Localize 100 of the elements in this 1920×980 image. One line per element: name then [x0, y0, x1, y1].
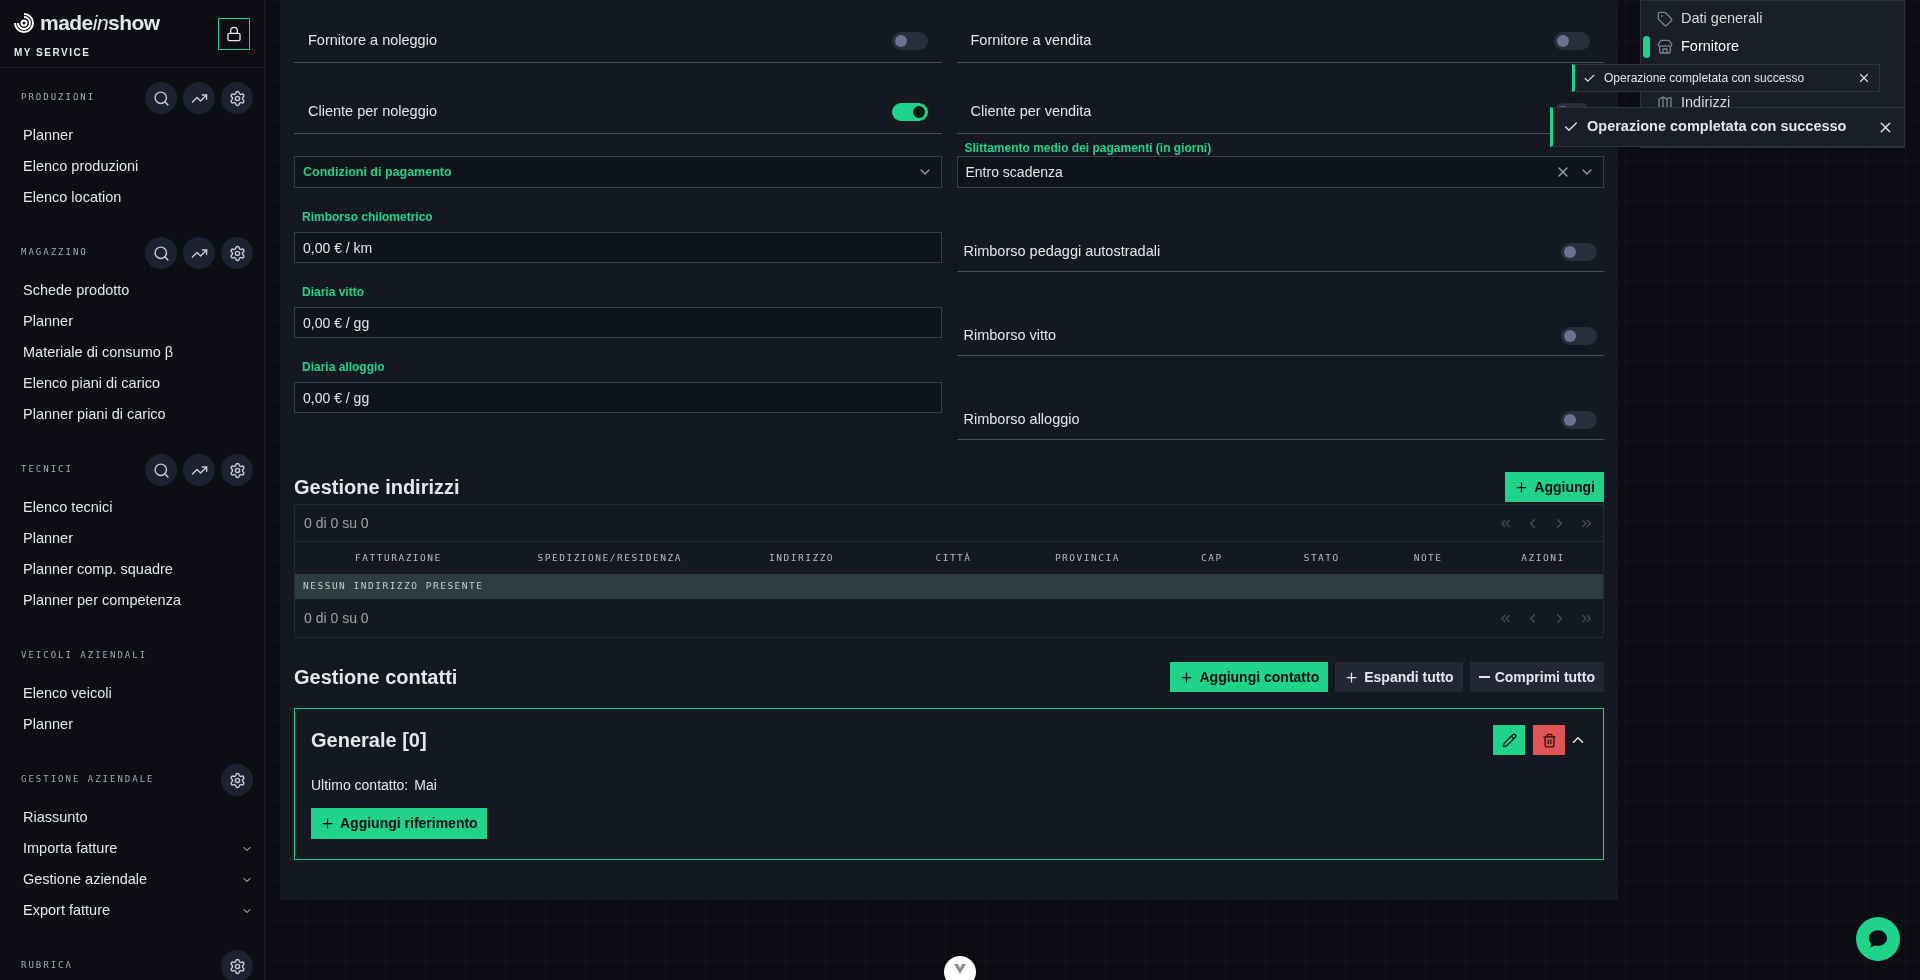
nav-item[interactable]: Planner — [21, 709, 253, 740]
search-icon — [152, 244, 170, 262]
lock-button[interactable] — [218, 17, 250, 50]
chart-button[interactable] — [183, 237, 215, 269]
nav-item[interactable]: Elenco tecnici — [21, 492, 253, 523]
brand-logo: madeinshow — [40, 10, 160, 37]
section-heading: MAGAZZINO — [21, 246, 88, 260]
section-heading: TECNICI — [21, 463, 73, 477]
nav-item[interactable]: Elenco location — [21, 182, 253, 213]
logo-icon — [14, 13, 34, 33]
nav-item[interactable]: Elenco veicoli — [21, 678, 253, 709]
settings-icon — [228, 461, 246, 479]
close-icon[interactable] — [1857, 71, 1871, 85]
column-header: PROVINCIA — [1053, 550, 1121, 565]
nav-item[interactable]: Gestione aziendale — [21, 864, 253, 895]
nav-item[interactable]: Schede prodotto — [21, 275, 253, 306]
nav-item[interactable]: Riassunto — [21, 802, 253, 833]
settings-button[interactable] — [221, 764, 253, 796]
field-label: Diaria alloggio — [301, 359, 386, 376]
group-title: Generale [0] — [311, 728, 427, 753]
search-icon — [152, 89, 170, 107]
toggle-switch[interactable] — [1561, 326, 1597, 345]
nav-item[interactable]: Elenco piani di carico — [21, 368, 253, 399]
plus-icon — [1179, 669, 1195, 685]
section-title: Gestione indirizzi — [294, 475, 460, 500]
collapse-all-button[interactable]: Comprimi tutto — [1469, 662, 1604, 692]
section-heading: GESTIONE AZIENDALE — [21, 773, 155, 787]
add-contact-button[interactable]: Aggiungi contatto — [1170, 662, 1329, 692]
chat-icon — [1869, 930, 1887, 948]
nav-item[interactable]: Materiale di consumo β — [21, 337, 253, 368]
field-label: Diaria vitto — [301, 284, 365, 301]
search-button[interactable] — [145, 237, 177, 269]
search-button[interactable] — [145, 454, 177, 486]
column-header: FATTURAZIONE — [354, 550, 443, 565]
column-header: SPEDIZIONE/RESIDENZA — [536, 550, 683, 565]
switch-label: Cliente per noleggio — [308, 102, 437, 122]
page-count: 0 di 0 su 0 — [304, 608, 369, 628]
nav-item[interactable]: Export fatture — [21, 895, 253, 926]
nav-item[interactable]: Elenco produzioni — [21, 151, 253, 182]
switch-label: Rimborso vitto — [963, 325, 1057, 345]
switch-label: Rimborso alloggio — [963, 409, 1080, 429]
toggle-switch[interactable] — [891, 32, 928, 50]
column-header: STATO — [1302, 550, 1341, 565]
search-button[interactable] — [145, 82, 177, 114]
empty-row: NESSUN INDIRIZZO PRESENTE — [295, 574, 1603, 599]
settings-icon — [228, 89, 246, 107]
delay-select[interactable]: Entro scadenza — [956, 156, 1604, 188]
input-field[interactable]: 0,00 € / gg — [294, 382, 942, 413]
expand-all-button[interactable]: Espandi tutto — [1335, 662, 1463, 692]
column-header: AZIONI — [1520, 550, 1566, 565]
logo-icon — [954, 964, 966, 974]
toggle-switch[interactable] — [1554, 32, 1590, 50]
section-heading: PRODUZIONI — [21, 91, 96, 105]
edit-button[interactable] — [1493, 725, 1525, 755]
nav-item[interactable]: Importa fatture — [21, 833, 253, 864]
devtools-button[interactable] — [944, 956, 976, 980]
tag-icon — [1657, 11, 1673, 27]
settings-icon — [228, 771, 246, 789]
last-contact-value: Mai — [414, 776, 437, 795]
switch-label: Fornitore a noleggio — [308, 31, 437, 51]
toast-message: Operazione completata con successo — [1587, 117, 1847, 137]
toggle-switch[interactable] — [1561, 242, 1597, 261]
toast-message: Operazione completata con successo — [1604, 70, 1805, 87]
section-heading: RUBRICA — [21, 959, 73, 973]
input-field[interactable]: 0,00 € / km — [294, 232, 942, 263]
chart-button[interactable] — [183, 454, 215, 486]
chat-button[interactable] — [1856, 917, 1900, 961]
settings-button[interactable] — [221, 237, 253, 269]
column-header: NOTE — [1412, 550, 1444, 565]
toggle-switch[interactable] — [1561, 410, 1597, 429]
section-nav-item[interactable]: Dati generali — [1641, 5, 1904, 33]
nav-item[interactable]: Planner piani di carico — [21, 399, 253, 430]
settings-button[interactable] — [221, 454, 253, 486]
section-title: Gestione contatti — [294, 665, 458, 690]
toggle-switch[interactable] — [891, 103, 928, 121]
switch-label: Fornitore a vendita — [970, 31, 1092, 51]
settings-icon — [228, 957, 246, 975]
nav-item[interactable]: Planner — [21, 120, 253, 151]
section-heading: VEICOLI AZIENDALI — [21, 649, 148, 663]
settings-button[interactable] — [221, 82, 253, 114]
field-label: Slittamento medio dei pagamenti (in giorni) — [964, 140, 1212, 157]
delete-button[interactable] — [1533, 725, 1565, 755]
nav-item[interactable]: Planner — [21, 523, 253, 554]
nav-item[interactable]: Planner comp. squadre — [21, 554, 253, 585]
nav-item[interactable]: Planner — [21, 306, 253, 337]
input-field[interactable]: 0,00 € / gg — [294, 307, 942, 338]
settings-button[interactable] — [221, 950, 253, 980]
store-icon — [1657, 39, 1673, 55]
trash-icon — [1541, 732, 1557, 748]
add-reference-button[interactable]: Aggiungi riferimento — [311, 808, 487, 839]
add-button[interactable]: Aggiungi — [1505, 472, 1604, 502]
column-header: CAP — [1199, 550, 1224, 565]
pencil-icon — [1501, 732, 1517, 748]
column-header: CITTÀ — [934, 550, 973, 565]
payment-select[interactable]: Condizioni di pagamento — [294, 156, 942, 188]
nav-item[interactable]: Planner per competenza — [21, 585, 253, 616]
switch-label: Cliente per vendita — [970, 102, 1092, 122]
service-name: MY SERVICE — [14, 45, 92, 60]
section-nav-item[interactable]: Fornitore — [1641, 33, 1904, 61]
chart-button[interactable] — [183, 82, 215, 114]
